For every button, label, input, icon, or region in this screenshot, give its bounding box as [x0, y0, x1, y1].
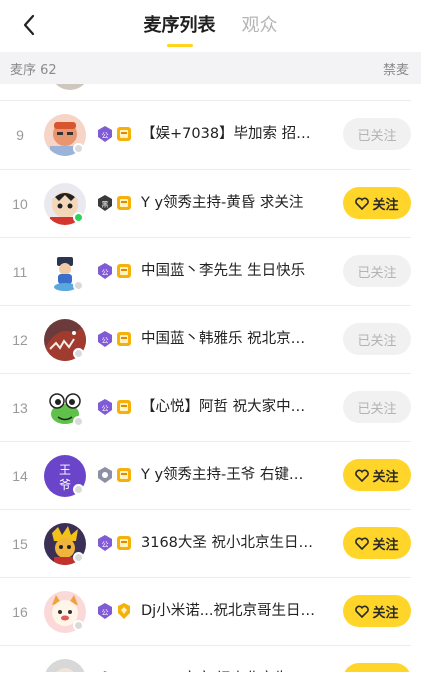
- mic-order-number: 11: [12, 264, 28, 280]
- followed-button-label: 已关注: [357, 333, 397, 349]
- heart-plus-icon: [355, 605, 370, 618]
- badge-group: 公: [97, 398, 132, 416]
- list-item[interactable]: 10 黑 Y y领秀主持-黄昏 求关注 关注: [0, 170, 421, 238]
- status-dot: [73, 552, 84, 563]
- status-dot: [73, 143, 84, 154]
- status-dot: [73, 348, 84, 359]
- bottom-edge: [0, 672, 421, 680]
- tab-audience[interactable]: 观众: [242, 13, 278, 39]
- mic-order-number: 13: [12, 400, 28, 416]
- badge-group: 公: [97, 602, 132, 620]
- medal-badge-icon: [117, 196, 131, 210]
- list-item[interactable]: 14 王爷 Y y领秀主持-王爷 右键… 关注: [0, 442, 421, 510]
- followed-button-label: 已关注: [357, 265, 397, 281]
- followed-button-label: 已关注: [357, 401, 397, 417]
- followed-button-label: 已关注: [357, 128, 397, 144]
- follow-button-label: 关注: [372, 197, 399, 213]
- list-item[interactable]: 11 公 中国蓝丶李先生 生日快乐 已关注: [0, 238, 421, 306]
- followed-button[interactable]: 已关注: [343, 391, 411, 423]
- heart-plus-icon: [355, 197, 370, 210]
- medal-badge-icon: [117, 400, 131, 414]
- badge-group: [97, 466, 132, 484]
- user-name: Dj小米诺...祝北京哥生日…: [141, 603, 316, 619]
- medal-badge-icon: [117, 264, 131, 278]
- svg-text:公: 公: [102, 405, 109, 413]
- shield-badge-icon: 公: [98, 399, 112, 415]
- top-bar: 麦序列表 观众: [0, 0, 421, 52]
- list-item[interactable]: 9 公 【娱+7038】毕加索 招… 已关注: [0, 101, 421, 169]
- follow-button-label: 关注: [372, 605, 399, 621]
- avatar: [51, 84, 89, 90]
- ban-mic-button[interactable]: 禁麦: [383, 59, 409, 78]
- mic-order-number: 12: [12, 332, 28, 348]
- tab-mic-list[interactable]: 麦序列表: [143, 13, 216, 47]
- badge-group: 公: [97, 125, 132, 143]
- mic-order-number: 16: [12, 604, 28, 620]
- medal-badge-icon: [118, 603, 130, 619]
- user-name: 【心悦】阿哲 祝大家中…: [141, 399, 306, 415]
- status-dot: [73, 484, 84, 495]
- shield-badge-icon: 黑: [98, 195, 112, 211]
- svg-text:爷: 爷: [59, 478, 71, 492]
- user-name: 中国蓝丶李先生 生日快乐: [141, 263, 306, 279]
- mic-count-label: 麦序 62: [10, 62, 57, 78]
- shield-badge-icon: 公: [98, 603, 112, 619]
- status-dot: [73, 280, 84, 291]
- svg-text:公: 公: [102, 269, 109, 277]
- medal-badge-icon: [117, 468, 131, 482]
- online-status-dot: [73, 212, 84, 223]
- shield-badge-icon: 公: [98, 126, 112, 142]
- badge-group: 黑: [97, 194, 132, 212]
- tab-audience-label: 观众: [241, 15, 278, 36]
- medal-badge-icon: [117, 127, 131, 141]
- user-name: 中国蓝丶韩雅乐 祝北京…: [141, 331, 306, 347]
- follow-button-label: 关注: [372, 537, 399, 553]
- follow-button[interactable]: 关注: [343, 187, 411, 219]
- mic-order-number: 10: [12, 196, 28, 212]
- list-item[interactable]: 16 公 Dj小米诺...祝北京哥生日… 关注: [0, 578, 421, 646]
- user-name: 【娱+7038】毕加索 招…: [141, 126, 311, 142]
- svg-text:公: 公: [102, 609, 109, 617]
- mic-list: 9 公 【娱+7038】毕加索 招… 已关注 10 黑 Y y领秀主持-黄昏 求…: [0, 84, 421, 680]
- svg-text:公: 公: [102, 337, 109, 345]
- shield-badge-icon: [98, 467, 112, 483]
- mic-list-subheader: 麦序 62 禁麦: [0, 52, 421, 84]
- tab-mic-list-label: 麦序列表: [143, 15, 216, 36]
- svg-text:黑: 黑: [102, 201, 109, 209]
- follow-button-label: 关注: [372, 469, 399, 485]
- list-item[interactable]: 12 公 中国蓝丶韩雅乐 祝北京… 已关注: [0, 306, 421, 374]
- shield-badge-icon: 公: [98, 331, 112, 347]
- user-name: 3168大圣 祝小北京生日…: [141, 535, 314, 551]
- medal-badge-icon: [117, 332, 131, 346]
- heart-plus-icon: [355, 537, 370, 550]
- status-dot: [73, 416, 84, 427]
- medal-badge-icon: [117, 536, 131, 550]
- tab-bar: 麦序列表 观众: [0, 13, 421, 47]
- badge-group: 公: [97, 262, 132, 280]
- follow-button[interactable]: 关注: [343, 527, 411, 559]
- list-item[interactable]: 15 公 3168大圣 祝小北京生日… 关注: [0, 510, 421, 578]
- follow-button[interactable]: 关注: [343, 459, 411, 491]
- mic-order-number: 15: [12, 536, 28, 552]
- user-name: Y y领秀主持-黄昏 求关注: [141, 195, 304, 211]
- follow-button[interactable]: 关注: [343, 595, 411, 627]
- badge-group: 公: [97, 330, 132, 348]
- mic-order-number: 14: [12, 468, 28, 484]
- heart-plus-icon: [355, 469, 370, 482]
- followed-button[interactable]: 已关注: [343, 323, 411, 355]
- badge-group: 公: [97, 534, 132, 552]
- shield-badge-icon: 公: [98, 263, 112, 279]
- svg-text:王: 王: [59, 463, 71, 477]
- svg-text:公: 公: [102, 132, 109, 140]
- active-tab-indicator: [166, 44, 193, 47]
- followed-button[interactable]: 已关注: [343, 255, 411, 287]
- user-name: Y y领秀主持-王爷 右键…: [141, 467, 304, 483]
- mic-order-number: 9: [16, 127, 24, 143]
- shield-badge-icon: 公: [98, 535, 112, 551]
- svg-text:公: 公: [102, 541, 109, 549]
- status-dot: [73, 620, 84, 631]
- followed-button[interactable]: 已关注: [343, 118, 411, 150]
- list-item[interactable]: 13 公 【心悦】阿哲 祝大家中… 已关注: [0, 374, 421, 442]
